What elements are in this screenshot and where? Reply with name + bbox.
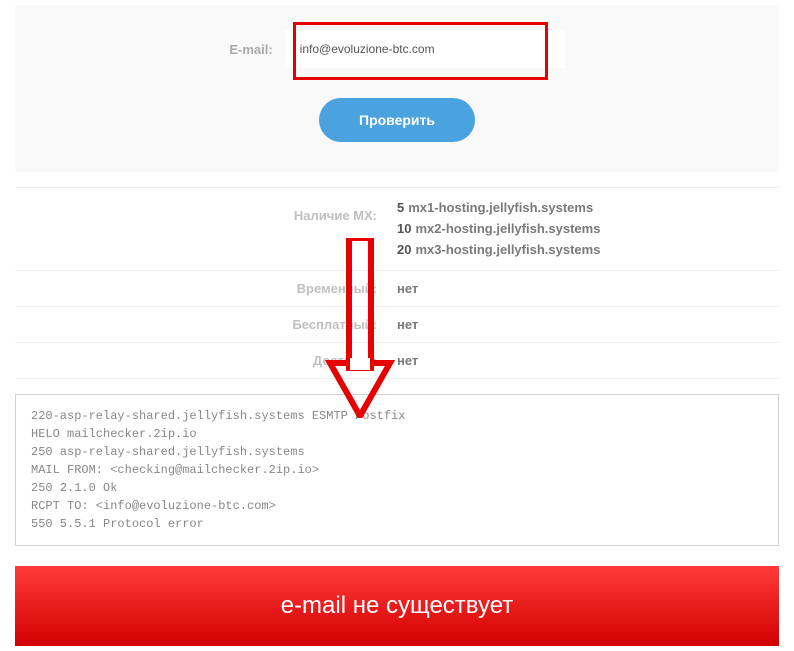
info-section: Наличие MX: 5 mx1-hosting.jellyfish.syst… [15,187,779,379]
form-row: E-mail: [15,30,779,68]
log-line: RCPT TO: <info@evoluzione-btc.com> [31,497,763,515]
temporary-row: Временный: нет [15,271,779,307]
mx-row: Наличие MX: 5 mx1-hosting.jellyfish.syst… [15,187,779,271]
mx-host: mx2-hosting.jellyfish.systems [415,219,600,240]
email-label: E-mail: [229,42,272,57]
free-value: нет [397,317,779,332]
log-line: 220-asp-relay-shared.jellyfish.systems E… [31,407,763,425]
log-line: 250 2.1.0 Ok [31,479,763,497]
mx-host: mx3-hosting.jellyfish.systems [415,240,600,261]
mx-value: 5 mx1-hosting.jellyfish.systems 10 mx2-h… [397,198,779,260]
mx-priority: 10 [397,219,411,240]
check-button[interactable]: Проверить [319,98,475,142]
free-label: Бесплатный: [15,317,397,332]
log-line: HELO mailchecker.2ip.io [31,425,763,443]
mx-record: 20 mx3-hosting.jellyfish.systems [397,240,779,261]
mx-record: 5 mx1-hosting.jellyfish.systems [397,198,779,219]
temporary-value: нет [397,281,779,296]
mx-label: Наличие MX: [15,198,397,223]
free-row: Бесплатный: нет [15,307,779,343]
log-line: 550 5.5.1 Protocol error [31,515,763,533]
result-banner: e-mail не существует [15,566,779,646]
email-check-form: E-mail: Проверить [15,5,779,172]
mx-priority: 20 [397,240,411,261]
log-line: MAIL FROM: <checking@mailchecker.2ip.io> [31,461,763,479]
temporary-label: Временный: [15,281,397,296]
smtp-log: 220-asp-relay-shared.jellyfish.systems E… [15,394,779,546]
mx-priority: 5 [397,198,404,219]
email-field[interactable] [285,30,565,68]
delivery-value: нет [397,353,779,368]
log-line: 250 asp-relay-shared.jellyfish.systems [31,443,763,461]
delivery-row: Доставка: нет [15,343,779,379]
mx-host: mx1-hosting.jellyfish.systems [408,198,593,219]
mx-record: 10 mx2-hosting.jellyfish.systems [397,219,779,240]
delivery-label: Доставка: [15,353,397,368]
